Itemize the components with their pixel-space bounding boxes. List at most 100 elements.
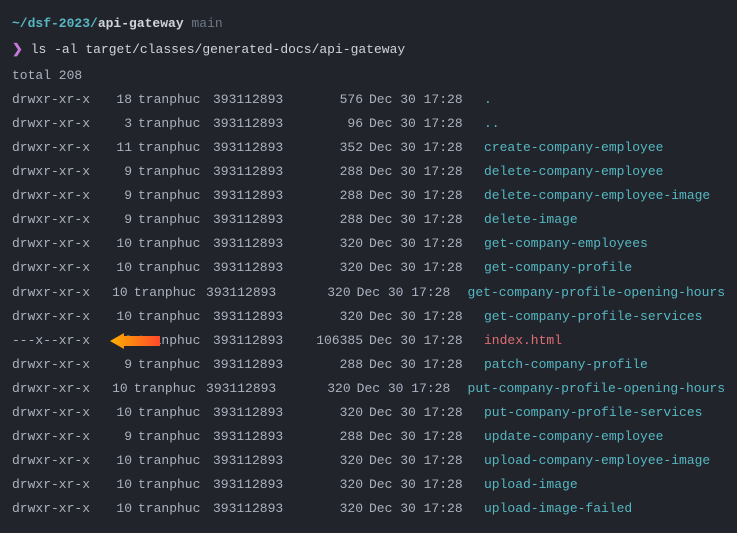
filename: get-company-profile-opening-hours: [468, 281, 725, 305]
list-item: drwxr-xr-x10tranphuc393112893320Dec 30 1…: [12, 497, 725, 521]
date: Dec 30 17:28: [369, 305, 484, 329]
group: 393112893: [213, 473, 303, 497]
prompt-command-line[interactable]: ❯ ls -al target/classes/generated-docs/a…: [12, 38, 725, 62]
prompt-path-line: ~/dsf-2023/api-gateway main: [12, 12, 725, 36]
list-item: drwxr-xr-x9tranphuc393112893288Dec 30 17…: [12, 160, 725, 184]
permissions: drwxr-xr-x: [12, 232, 102, 256]
group: 393112893: [213, 449, 303, 473]
list-item: drwxr-xr-x10tranphuc393112893320Dec 30 1…: [12, 473, 725, 497]
size: 288: [303, 425, 369, 449]
owner: tranphuc: [138, 305, 213, 329]
permissions: drwxr-xr-x: [12, 208, 102, 232]
filename: index.html: [484, 329, 562, 353]
link-count: 10: [102, 497, 138, 521]
size: 96: [303, 112, 369, 136]
date: Dec 30 17:28: [369, 329, 484, 353]
size: 288: [303, 353, 369, 377]
permissions: drwxr-xr-x: [12, 88, 102, 112]
owner: tranphuc: [138, 160, 213, 184]
permissions: drwxr-xr-x: [12, 425, 102, 449]
filename: delete-company-employee-image: [484, 184, 710, 208]
group: 393112893: [213, 112, 303, 136]
filename: delete-image: [484, 208, 578, 232]
permissions: drwxr-xr-x: [12, 401, 102, 425]
group: 393112893: [213, 305, 303, 329]
permissions: drwxr-xr-x: [12, 281, 99, 305]
size: 320: [303, 497, 369, 521]
date: Dec 30 17:28: [369, 449, 484, 473]
list-item: drwxr-xr-x18tranphuc393112893576Dec 30 1…: [12, 88, 725, 112]
size: 320: [303, 232, 369, 256]
group: 393112893: [213, 136, 303, 160]
link-count: 3: [102, 112, 138, 136]
prompt-symbol: ❯: [12, 42, 23, 57]
filename: ..: [484, 112, 500, 136]
link-count: 10: [99, 281, 134, 305]
filename: .: [484, 88, 492, 112]
group: 393112893: [213, 353, 303, 377]
permissions: drwxr-xr-x: [12, 377, 99, 401]
group: 393112893: [213, 425, 303, 449]
path-dir: api-gateway: [98, 16, 184, 31]
filename: get-company-employees: [484, 232, 648, 256]
list-item: drwxr-xr-x10tranphuc393112893320Dec 30 1…: [12, 449, 725, 473]
date: Dec 30 17:28: [369, 401, 484, 425]
owner: tranphuc: [138, 136, 213, 160]
list-item: ---x--xr-x10tranphuc393112893106385Dec 3…: [12, 329, 725, 353]
filename: upload-image-failed: [484, 497, 632, 521]
permissions: drwxr-xr-x: [12, 112, 102, 136]
permissions: ---x--xr-x: [12, 329, 102, 353]
list-item: drwxr-xr-x9tranphuc393112893288Dec 30 17…: [12, 353, 725, 377]
owner: tranphuc: [138, 184, 213, 208]
size: 320: [303, 473, 369, 497]
owner: tranphuc: [138, 353, 213, 377]
link-count: 10: [102, 256, 138, 280]
list-item: drwxr-xr-x9tranphuc393112893288Dec 30 17…: [12, 208, 725, 232]
date: Dec 30 17:28: [369, 232, 484, 256]
size: 288: [303, 184, 369, 208]
permissions: drwxr-xr-x: [12, 160, 102, 184]
owner: tranphuc: [134, 377, 206, 401]
filename: upload-company-employee-image: [484, 449, 710, 473]
permissions: drwxr-xr-x: [12, 256, 102, 280]
typed-command: ls -al target/classes/generated-docs/api…: [31, 42, 405, 57]
group: 393112893: [213, 184, 303, 208]
owner: tranphuc: [138, 401, 213, 425]
size: 320: [293, 281, 357, 305]
link-count: 9: [102, 208, 138, 232]
list-item: drwxr-xr-x10tranphuc393112893320Dec 30 1…: [12, 256, 725, 280]
permissions: drwxr-xr-x: [12, 473, 102, 497]
list-item: drwxr-xr-x11tranphuc393112893352Dec 30 1…: [12, 136, 725, 160]
date: Dec 30 17:28: [369, 497, 484, 521]
file-listing: drwxr-xr-x18tranphuc393112893576Dec 30 1…: [12, 88, 725, 521]
owner: tranphuc: [138, 256, 213, 280]
group: 393112893: [206, 377, 293, 401]
group: 393112893: [213, 208, 303, 232]
group: 393112893: [213, 401, 303, 425]
date: Dec 30 17:28: [369, 112, 484, 136]
group: 393112893: [213, 160, 303, 184]
owner: tranphuc: [138, 232, 213, 256]
filename: get-company-profile: [484, 256, 632, 280]
filename: get-company-profile-services: [484, 305, 702, 329]
filename: put-company-profile-services: [484, 401, 702, 425]
owner: tranphuc: [138, 425, 213, 449]
git-branch: main: [191, 16, 222, 31]
size: 576: [303, 88, 369, 112]
size: 106385: [303, 329, 369, 353]
date: Dec 30 17:28: [369, 88, 484, 112]
link-count: 10: [102, 401, 138, 425]
size: 320: [303, 449, 369, 473]
size: 288: [303, 160, 369, 184]
list-item: drwxr-xr-x10tranphuc393112893320Dec 30 1…: [12, 401, 725, 425]
filename: put-company-profile-opening-hours: [468, 377, 725, 401]
group: 393112893: [213, 232, 303, 256]
list-item: drwxr-xr-x10tranphuc393112893320Dec 30 1…: [12, 377, 725, 401]
list-item: drwxr-xr-x10tranphuc393112893320Dec 30 1…: [12, 305, 725, 329]
path-prefix: ~/dsf-2023/: [12, 16, 98, 31]
filename: update-company-employee: [484, 425, 663, 449]
owner: tranphuc: [134, 281, 206, 305]
list-item: drwxr-xr-x9tranphuc393112893288Dec 30 17…: [12, 425, 725, 449]
link-count: 9: [102, 184, 138, 208]
date: Dec 30 17:28: [357, 377, 468, 401]
